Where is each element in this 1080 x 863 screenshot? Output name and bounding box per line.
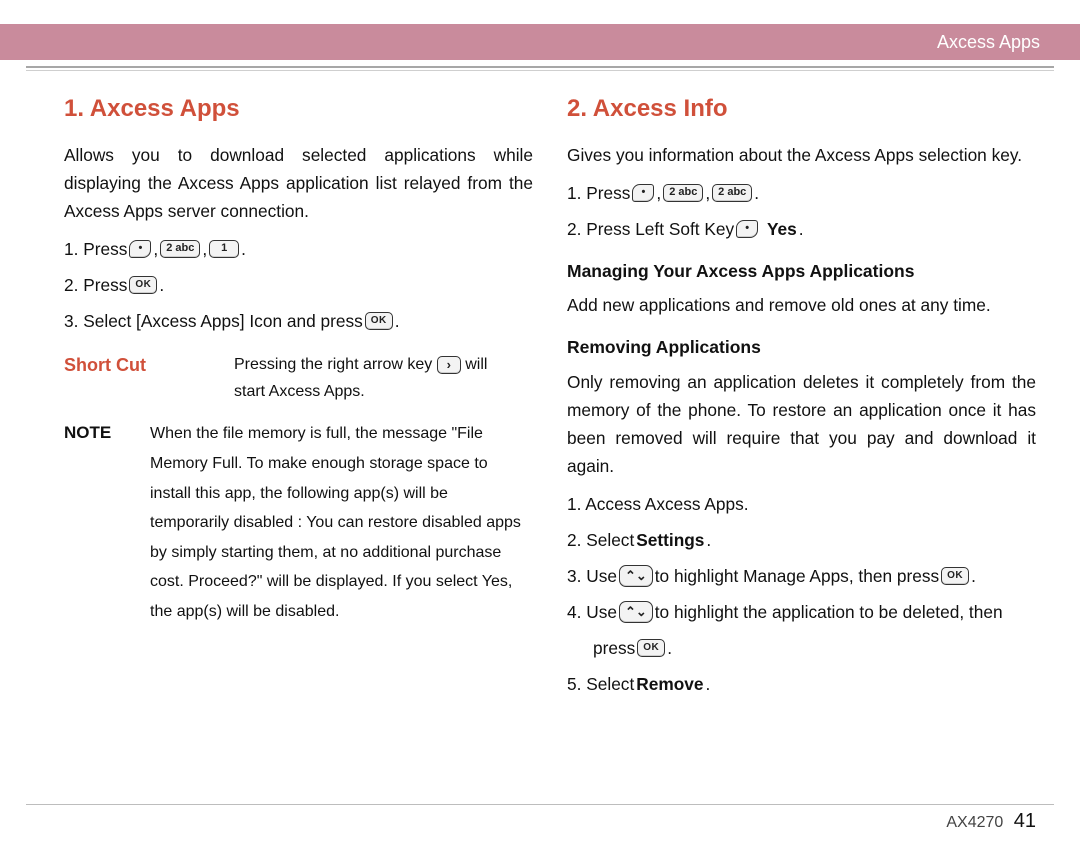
step-text: 1. Press [64, 235, 127, 263]
step-text: 4. Use [567, 598, 617, 626]
header-title: Axcess Apps [937, 32, 1040, 53]
left-soft-key-icon: • [632, 184, 654, 202]
divider [26, 66, 1054, 68]
settings-label: Settings [636, 526, 704, 554]
step-text: 2. Select [567, 526, 634, 554]
note-block: NOTE When the file memory is full, the m… [64, 419, 533, 626]
step-text: 2. Press [64, 271, 127, 299]
page-number: 41 [1014, 810, 1036, 832]
text: install this app, the following app(s) w… [150, 479, 533, 509]
text: cost. Proceed?" will be displayed. If yo… [150, 567, 533, 597]
remove-step-5: 5. Select Remove. [567, 670, 1036, 698]
step-text: 5. Select [567, 670, 634, 698]
right-arrow-key-icon: › [437, 356, 461, 374]
shortcut-text: Pressing the right arrow key › will star… [234, 351, 533, 405]
intro-paragraph: Gives you information about the Axcess A… [567, 141, 1036, 169]
remove-label: Remove [636, 670, 703, 698]
step-text: 3. Use [567, 562, 617, 590]
ok-key-icon: OK [637, 639, 665, 657]
text: by simply starting them, at no additiona… [150, 538, 533, 568]
step-text: 1. Access Axcess Apps. [567, 490, 749, 518]
nav-updown-key-icon: ⌃⌄ [619, 565, 653, 587]
yes-label: Yes [767, 215, 797, 243]
remove-step-4: 4. Use ⌃⌄ to highlight the application t… [567, 598, 1036, 626]
text: start Axcess Apps. [234, 378, 533, 405]
ok-key-icon: OK [365, 312, 393, 330]
step-3: 3. Select [Axcess Apps] Icon and press O… [64, 307, 533, 335]
intro-paragraph: Allows you to download selected applicat… [64, 141, 533, 225]
step-text: to highlight the application to be delet… [655, 598, 1003, 626]
key-2-icon: 2 abc [663, 184, 703, 202]
section-heading: 2. Axcess Info [567, 90, 1036, 129]
text: Memory Full. To make enough storage spac… [150, 449, 533, 479]
shortcut-block: Short Cut Pressing the right arrow key ›… [64, 351, 533, 405]
footer: AX4270 41 [946, 810, 1036, 833]
step-text: 1. Press [567, 179, 630, 207]
remove-step-1: 1. Access Axcess Apps. [567, 490, 1036, 518]
content-area: 1. Axcess Apps Allows you to download se… [64, 90, 1036, 791]
divider [26, 804, 1054, 805]
step-text: press [593, 634, 635, 662]
step-2: 2. Press Left Soft Key • Yes. [567, 215, 1036, 243]
text: Pressing the right arrow key [234, 356, 437, 373]
ok-key-icon: OK [129, 276, 157, 294]
text: When the file memory is full, the messag… [150, 419, 533, 449]
model-number: AX4270 [946, 814, 1003, 831]
step-text: 3. Select [Axcess Apps] Icon and press [64, 307, 363, 335]
step-2: 2. Press OK. [64, 271, 533, 299]
header-bar: Axcess Apps [0, 24, 1080, 60]
note-label: NOTE [64, 419, 150, 447]
step-1: 1. Press •, 2 abc, 1. [64, 235, 533, 263]
step-1: 1. Press •, 2 abc, 2 abc. [567, 179, 1036, 207]
nav-updown-key-icon: ⌃⌄ [619, 601, 653, 623]
subsection-heading: Managing Your Axcess Apps Applications [567, 257, 1036, 285]
key-2-icon: 2 abc [160, 240, 200, 258]
ok-key-icon: OK [941, 567, 969, 585]
subsection-heading: Removing Applications [567, 333, 1036, 361]
text: the app(s) will be disabled. [150, 597, 533, 627]
remove-step-2: 2. Select Settings. [567, 526, 1036, 554]
shortcut-label: Short Cut [64, 351, 234, 380]
divider [26, 70, 1054, 71]
remove-step-4-cont: press OK. [567, 634, 1036, 662]
manual-page: Axcess Apps 1. Axcess Apps Allows you to… [0, 0, 1080, 863]
key-1-icon: 1 [209, 240, 239, 258]
section-heading: 1. Axcess Apps [64, 90, 533, 129]
text: will [465, 356, 487, 373]
paragraph: Add new applications and remove old ones… [567, 291, 1036, 319]
text: temporarily disabled : You can restore d… [150, 508, 533, 538]
key-2-icon: 2 abc [712, 184, 752, 202]
remove-step-3: 3. Use ⌃⌄ to highlight Manage Apps, then… [567, 562, 1036, 590]
left-soft-key-icon: • [129, 240, 151, 258]
step-text: 2. Press Left Soft Key [567, 215, 734, 243]
left-column: 1. Axcess Apps Allows you to download se… [64, 90, 533, 791]
note-text: When the file memory is full, the messag… [150, 419, 533, 626]
right-column: 2. Axcess Info Gives you information abo… [567, 90, 1036, 791]
left-soft-key-icon: • [736, 220, 758, 238]
step-text: to highlight Manage Apps, then press [655, 562, 939, 590]
paragraph: Only removing an application deletes it … [567, 368, 1036, 480]
